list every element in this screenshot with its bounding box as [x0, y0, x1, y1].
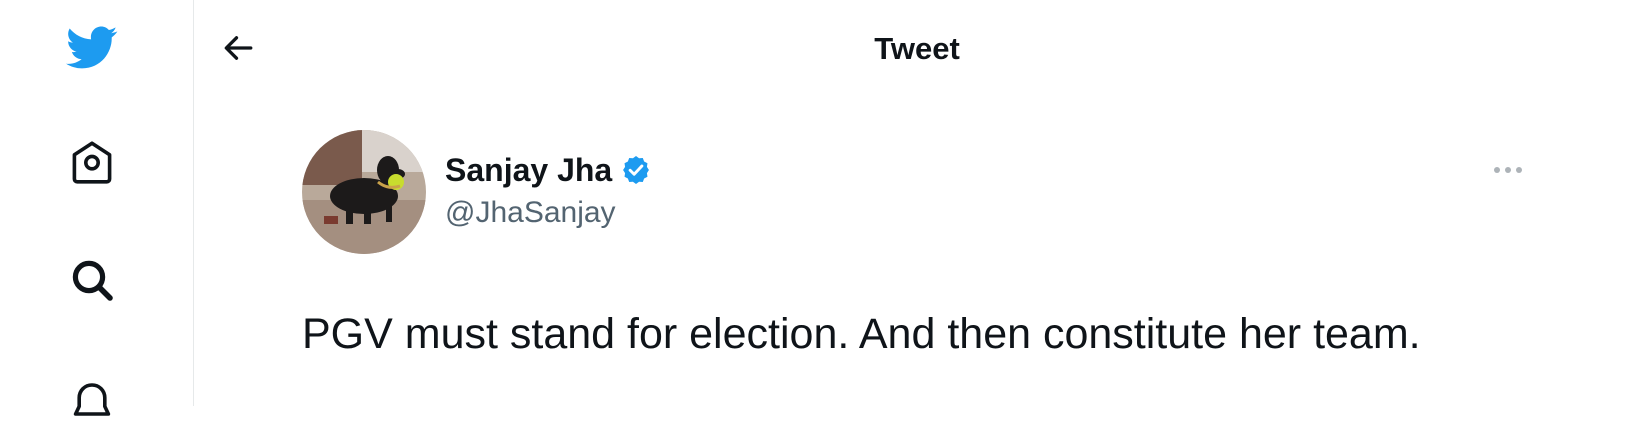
verified-badge-icon	[620, 154, 652, 186]
avatar-image	[302, 130, 426, 254]
author-handle[interactable]: @JhaSanjay	[445, 194, 616, 232]
author-name[interactable]: Sanjay Jha	[445, 151, 652, 189]
page-title: Tweet	[874, 31, 960, 66]
notifications-icon[interactable]	[60, 372, 124, 436]
more-horizontal-icon	[1494, 167, 1522, 173]
tweet-text: PGV must stand for election. And then co…	[302, 310, 1421, 358]
home-icon[interactable]	[60, 130, 124, 194]
sidebar	[0, 0, 194, 416]
main-column: Tweet Sanjay Jha @JhaSanjay PGV must sta…	[194, 0, 1640, 406]
avatar[interactable]	[302, 130, 426, 254]
author-name-text: Sanjay Jha	[445, 152, 613, 188]
twitter-logo-icon[interactable]	[60, 16, 124, 80]
search-icon[interactable]	[60, 248, 124, 312]
more-options-button[interactable]	[1484, 152, 1532, 188]
